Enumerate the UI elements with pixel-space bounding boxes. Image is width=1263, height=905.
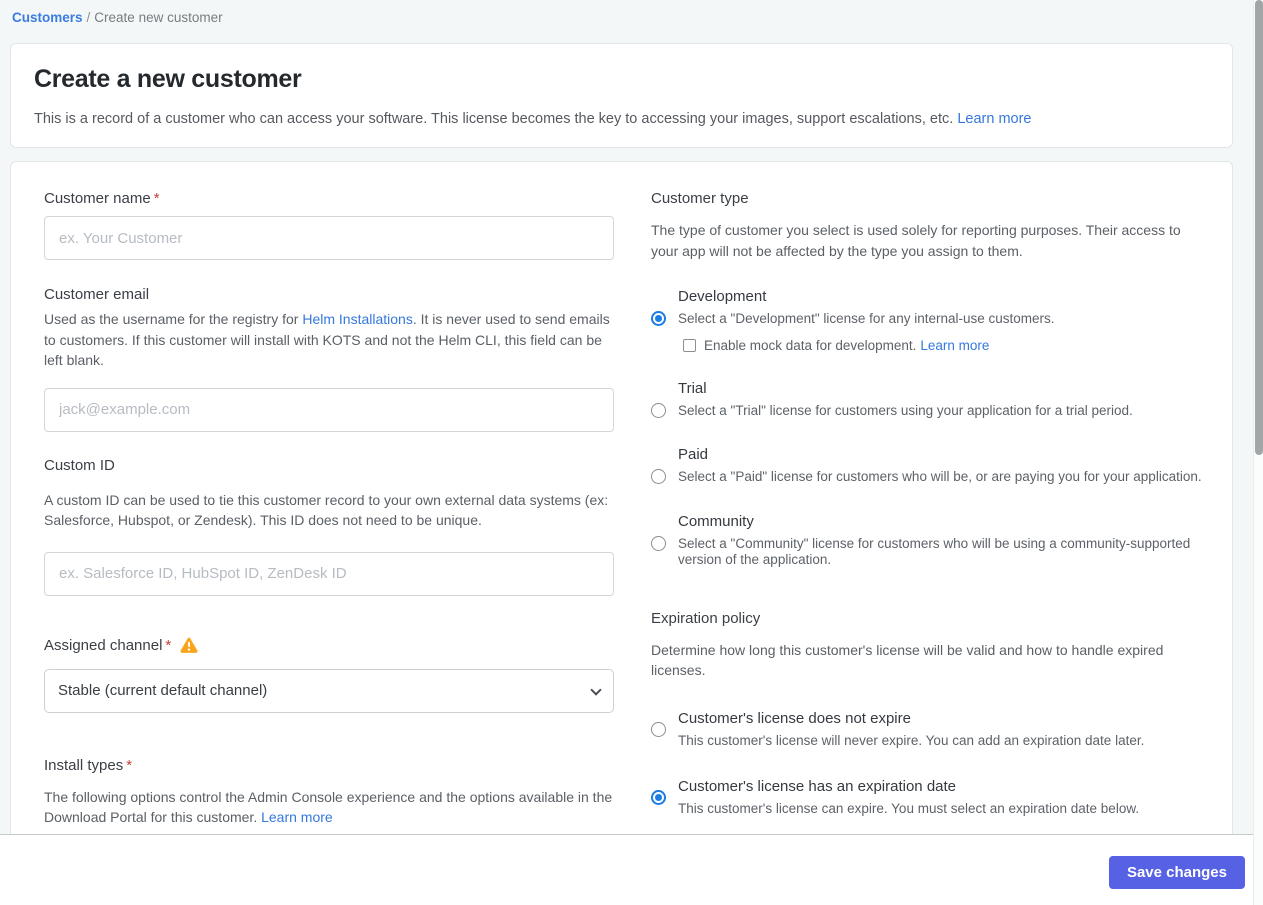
radio-development[interactable] (651, 311, 666, 326)
option-description: Select a "Trial" license for customers u… (678, 402, 1133, 418)
customer-email-description: Used as the username for the registry fo… (44, 309, 614, 371)
install-types-label: Install types * (44, 757, 614, 774)
option-title: Paid (678, 446, 709, 463)
form-right-column: Customer type The type of customer you s… (651, 190, 1206, 876)
page-scrollbar[interactable] (1253, 0, 1263, 905)
custom-id-label: Custom ID (44, 456, 115, 474)
helm-installations-link[interactable]: Helm Installations (302, 311, 413, 327)
custom-id-description: A custom ID can be used to tie this cust… (44, 491, 609, 529)
expiration-policy-heading: Expiration policy (651, 609, 761, 627)
page-description-text: This is a record of a customer who can a… (34, 111, 954, 127)
mock-data-checkbox-row: Enable mock data for development. Learn … (678, 338, 1206, 353)
email-desc-before: Used as the username for the registry fo… (44, 311, 303, 327)
customer-type-option-community: Community Select a "Community" license f… (651, 513, 1206, 569)
customer-type-option-development: Development Select a "Development" licen… (651, 288, 1206, 353)
option-title: Customer's license does not expire (678, 709, 911, 727)
assigned-channel-select[interactable]: Stable (current default channel) (44, 668, 614, 713)
page-description: This is a record of a customer who can a… (34, 111, 1209, 127)
assigned-channel-label: Assigned channel * (44, 637, 614, 654)
header-learn-more-link[interactable]: Learn more (957, 111, 1031, 127)
required-asterisk: * (165, 636, 172, 654)
breadcrumb-link-customers[interactable]: Customers (12, 10, 83, 25)
customer-name-label: Customer name * (44, 190, 614, 207)
customer-email-input[interactable] (44, 387, 614, 432)
required-asterisk: * (153, 190, 160, 207)
option-description: Select a "Development" license for any i… (678, 311, 1055, 326)
radio-trial[interactable] (651, 402, 666, 418)
radio-license-does-not-expire[interactable] (651, 721, 666, 737)
breadcrumb: Customers / Create new customer (0, 0, 1263, 25)
install-types-learn-more-link[interactable]: Learn more (261, 809, 333, 825)
expiration-option-has-expiration: Customer's license has an expiration dat… (651, 778, 1206, 818)
radio-license-has-expiration[interactable] (651, 790, 666, 805)
option-description: Select a "Paid" license for customers wh… (678, 469, 1202, 484)
expiration-policy-description: Determine how long this customer's licen… (651, 641, 1164, 679)
required-asterisk: * (126, 756, 133, 774)
warning-triangle-icon (180, 637, 198, 653)
option-title: Development (678, 288, 767, 305)
option-description: This customer's license will never expir… (678, 732, 1145, 748)
radio-paid[interactable] (651, 469, 666, 484)
mock-data-learn-more-link[interactable]: Learn more (920, 338, 989, 353)
radio-community[interactable] (651, 535, 666, 551)
customer-name-input[interactable] (44, 216, 614, 260)
sticky-footer-bar: Save changes (0, 834, 1263, 905)
assigned-channel-label-text: Assigned channel (44, 636, 163, 654)
breadcrumb-current: Create new customer (94, 10, 223, 25)
breadcrumb-separator: / (86, 10, 91, 25)
form-left-column: Customer name* Customer email Used as th… (44, 190, 614, 876)
customer-type-option-trial: Trial Select a "Trial" license for custo… (651, 380, 1206, 420)
mock-data-checkbox[interactable] (683, 338, 696, 352)
customer-email-label: Customer email (44, 286, 150, 303)
option-title: Trial (678, 379, 707, 397)
customer-type-description: The type of customer you select is used … (651, 222, 1181, 259)
option-title: Customer's license has an expiration dat… (678, 778, 957, 795)
customer-name-label-text: Customer name (44, 190, 151, 207)
mock-data-checkbox-label: Enable mock data for development. (704, 337, 917, 353)
page-title: Create a new customer (34, 65, 302, 93)
customer-type-option-paid: Paid Select a "Paid" license for custome… (651, 446, 1206, 486)
create-customer-form-card: Customer name* Customer email Used as th… (10, 161, 1233, 905)
option-description: This customer's license can expire. You … (678, 801, 1140, 816)
custom-id-input[interactable] (44, 551, 614, 596)
install-types-description: The following options control the Admin … (44, 787, 614, 828)
scrollbar-thumb[interactable] (1255, 0, 1263, 455)
install-types-label-text: Install types (44, 756, 124, 774)
save-changes-button[interactable]: Save changes (1108, 856, 1245, 889)
page-header-card: Create a new customer This is a record o… (10, 43, 1233, 148)
option-description: Select a "Community" license for custome… (678, 535, 1191, 568)
expiration-option-no-expire: Customer's license does not expire This … (651, 710, 1206, 750)
option-title: Community (678, 512, 754, 530)
customer-type-heading: Customer type (651, 190, 749, 207)
